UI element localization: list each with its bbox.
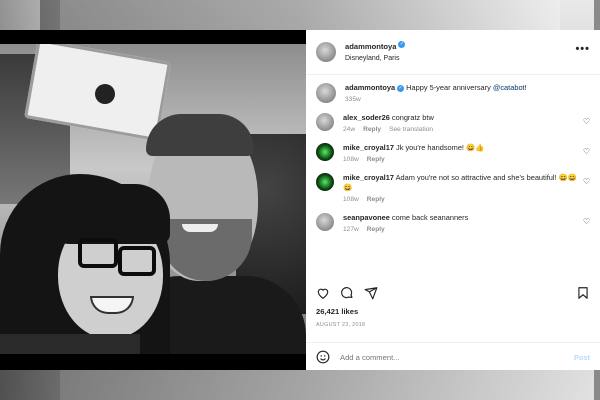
comment-body: seanpavonee come back seananners 127w Rep… xyxy=(343,213,579,233)
post-header: adammontoya ✓ Disneyland, Paris ••• xyxy=(306,30,600,75)
comment-heart-icon[interactable]: ♡ xyxy=(583,217,590,226)
commenter-avatar[interactable] xyxy=(316,213,334,231)
post-date: AUGUST 23, 2018 xyxy=(316,322,366,328)
caption-username[interactable]: adammontoya xyxy=(345,83,395,92)
add-comment-bar: Post xyxy=(306,342,600,371)
caption-text: Happy 5-year anniversary xyxy=(406,83,491,92)
caption-age[interactable]: 335w xyxy=(345,96,361,103)
comment-age[interactable]: 108w xyxy=(343,156,359,163)
comment-age[interactable]: 127w xyxy=(343,226,359,233)
comment-text: come back seananners xyxy=(391,213,469,222)
comment-username[interactable]: alex_soder26 xyxy=(343,113,390,122)
comment-text: Jk you're handsome! 😀👍 xyxy=(396,143,485,152)
background-top-blur xyxy=(40,0,560,30)
post-comment-button[interactable]: Post xyxy=(574,353,590,362)
add-comment-input[interactable] xyxy=(338,351,542,363)
share-icon[interactable] xyxy=(364,286,378,300)
post-side-panel: adammontoya ✓ Disneyland, Paris ••• adamm… xyxy=(306,30,600,370)
caption-body: adammontoya ✓ Happy 5-year anniversary @c… xyxy=(345,83,581,103)
woman-bangs xyxy=(40,184,170,244)
street-lamp xyxy=(95,84,115,104)
comment-meta: 108w Reply xyxy=(343,196,579,203)
comment-text-line: seanpavonee come back seananners xyxy=(343,213,579,223)
comment-body: mike_croyal17 Adam you're not so attract… xyxy=(343,173,579,203)
heart-icon[interactable] xyxy=(316,286,330,300)
comment-username[interactable]: mike_croyal17 xyxy=(343,173,394,182)
man-smile xyxy=(182,224,218,232)
bookmark-icon[interactable] xyxy=(576,286,590,300)
comment-heart-icon[interactable]: ♡ xyxy=(583,117,590,126)
post-photo[interactable] xyxy=(0,30,306,370)
post-actions-bar xyxy=(316,284,590,302)
glasses-right-lens xyxy=(118,246,156,276)
emoji-icon[interactable] xyxy=(316,350,330,364)
caption-text-line: adammontoya ✓ Happy 5-year anniversary @c… xyxy=(345,83,581,93)
comment-icon[interactable] xyxy=(340,286,354,300)
comment-body: mike_croyal17 Jk you're handsome! 😀👍 108… xyxy=(343,143,579,163)
comment-row: mike_croyal17 Adam you're not so attract… xyxy=(316,173,590,203)
reply-button[interactable]: Reply xyxy=(367,226,385,233)
comment-age[interactable]: 24w xyxy=(343,126,355,133)
comment-age[interactable]: 108w xyxy=(343,196,359,203)
comment-body: alex_soder26 congratz btw 24w Reply See tr… xyxy=(343,113,579,133)
woman-shirt xyxy=(0,334,140,354)
comment-heart-icon[interactable]: ♡ xyxy=(583,147,590,156)
comment-row: alex_soder26 congratz btw 24w Reply See tr… xyxy=(316,113,590,133)
comment-text-line: mike_croyal17 Adam you're not so attract… xyxy=(343,173,579,193)
verified-badge-icon: ✓ xyxy=(398,41,406,49)
author-avatar[interactable] xyxy=(316,42,336,62)
likes-count[interactable]: 26,421 likes xyxy=(316,307,358,316)
comment-meta: 24w Reply See translation xyxy=(343,126,579,133)
comment-meta: 108w Reply xyxy=(343,156,579,163)
caption-avatar[interactable] xyxy=(316,83,336,103)
comment-text: congratz btw xyxy=(391,113,434,122)
reply-button[interactable]: Reply xyxy=(367,196,385,203)
comment-row: mike_croyal17 Jk you're handsome! 😀👍 108… xyxy=(316,143,590,163)
comments-list: adammontoya ✓ Happy 5-year anniversary @c… xyxy=(306,75,600,307)
comment-username[interactable]: mike_croyal17 xyxy=(343,143,394,152)
comment-row: seanpavonee come back seananners 127w Rep… xyxy=(316,213,590,233)
comment-text-line: mike_croyal17 Jk you're handsome! 😀👍 xyxy=(343,143,579,153)
author-username[interactable]: adammontoya xyxy=(345,42,396,51)
verified-badge-icon: ✓ xyxy=(397,84,405,92)
man-hair xyxy=(146,114,254,156)
comment-text-line: alex_soder26 congratz btw xyxy=(343,113,579,123)
background-bottom-blur xyxy=(0,370,600,400)
more-options-icon[interactable]: ••• xyxy=(575,43,590,55)
author-info: adammontoya ✓ Disneyland, Paris xyxy=(345,39,406,65)
reply-button[interactable]: Reply xyxy=(363,126,381,133)
caption-suffix: ! xyxy=(524,83,527,92)
caption-meta: 335w xyxy=(345,96,581,103)
comment-heart-icon[interactable]: ♡ xyxy=(583,177,590,186)
caption-row: adammontoya ✓ Happy 5-year anniversary @c… xyxy=(316,83,590,103)
commenter-avatar[interactable] xyxy=(316,173,334,191)
see-translation-link[interactable]: See translation xyxy=(389,126,433,133)
caption-mention-link[interactable]: @catabot xyxy=(493,83,525,92)
post-location[interactable]: Disneyland, Paris xyxy=(345,53,405,65)
instagram-post-card: adammontoya ✓ Disneyland, Paris ••• adamm… xyxy=(0,30,600,370)
comment-username[interactable]: seanpavonee xyxy=(343,213,390,222)
reply-button[interactable]: Reply xyxy=(367,156,385,163)
commenter-avatar[interactable] xyxy=(316,143,334,161)
glasses-left-lens xyxy=(78,238,118,268)
couple-selfie-image xyxy=(0,44,306,354)
comment-meta: 127w Reply xyxy=(343,226,579,233)
commenter-avatar[interactable] xyxy=(316,113,334,131)
